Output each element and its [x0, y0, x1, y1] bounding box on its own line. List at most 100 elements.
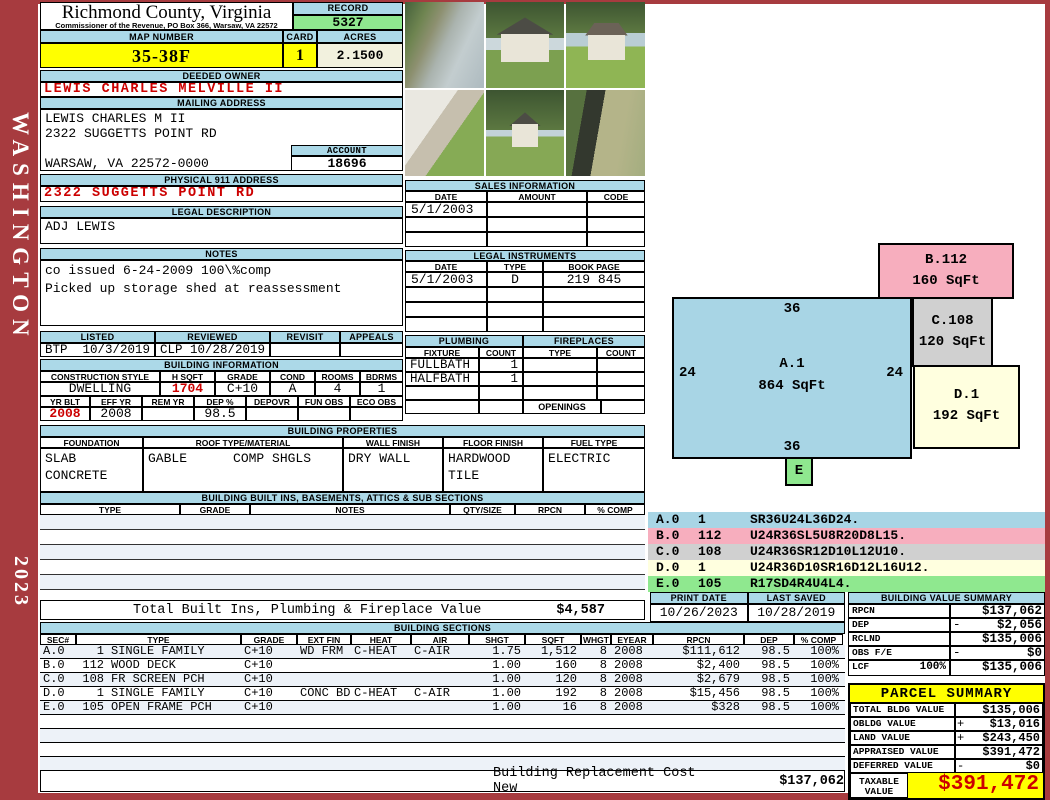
- bi-grade-col: GRADE: [180, 504, 250, 515]
- taxable-value-label: TAXABLE VALUE: [850, 773, 908, 798]
- acres-label: ACRES: [317, 30, 403, 43]
- cond: A: [270, 382, 315, 396]
- section-row-a: A.0 1 SINGLE FAMILY C+10 WD FRM C-HEAT C-AIR 1.…: [40, 645, 845, 659]
- sales-row: [405, 217, 645, 232]
- instrument-row: 5/1/2003 D 219 845: [405, 272, 645, 287]
- mailing-address-label: MAILING ADDRESS: [40, 97, 403, 109]
- fireplace-type-col: TYPE: [523, 347, 597, 358]
- sketch-section-c: C.108 120 SqFt: [912, 297, 993, 367]
- instrument-row: [405, 317, 645, 332]
- listed-value: BTP 10/3/2019: [40, 343, 155, 357]
- foundation-value: SLAB CONCRETE: [40, 448, 143, 492]
- county-title-box: Richmond County, Virginia Commissioner o…: [40, 2, 293, 30]
- notes-label: NOTES: [40, 248, 403, 260]
- deeded-owner: LEWIS CHARLES MELVILLE II: [40, 82, 403, 97]
- plumbing-table: PLUMBING FIXTURE COUNT FULLBATH 1 HALFBAT…: [405, 335, 523, 414]
- legal-description-label: LEGAL DESCRIPTION: [40, 206, 403, 218]
- section-empty-row: [40, 757, 845, 771]
- listed-code: BTP: [45, 343, 68, 357]
- rooms: 4: [315, 382, 360, 396]
- legend-row-c: C.0 108 U24R36SR12D10L12U10.: [648, 544, 1045, 560]
- built-ins-empty-row: [40, 545, 645, 560]
- section-row-d: D.0 1 SINGLE FAMILY C+10 CONC BD C-HEAT C-AIR 1…: [40, 687, 845, 701]
- col-eyear: EYEAR: [611, 634, 653, 645]
- instrument-row: [405, 287, 645, 302]
- col-grade: GRADE: [241, 634, 297, 645]
- legal-instruments-label: LEGAL INSTRUMENTS: [405, 250, 645, 261]
- depovr-label: DEPOVR: [246, 396, 298, 407]
- house-body: [500, 33, 550, 63]
- legend-row-b: B.0 112 U24R36SL5U8R20D8L15.: [648, 528, 1045, 544]
- shed-body: [588, 34, 625, 61]
- revisit-label: REVISIT: [270, 331, 340, 343]
- col-sec: SEC#: [40, 634, 76, 645]
- ecoobs-label: ECO OBS: [350, 396, 403, 407]
- bi-notes-col: NOTES: [250, 504, 450, 515]
- cond-label: COND: [270, 371, 315, 382]
- parcel-row-deferred: DEFERRED VALUE - $0: [850, 759, 1043, 773]
- yrblt: 2008: [40, 407, 90, 421]
- replacement-cost-label: Building Replacement Cost New: [493, 766, 696, 796]
- dep-label: DEP %: [194, 396, 246, 407]
- parcel-row-land: LAND VALUE + $243,450: [850, 731, 1043, 745]
- fuel-label: FUEL TYPE: [543, 437, 645, 448]
- building-sections-label: BUILDING SECTIONS: [40, 622, 845, 634]
- col-extfin: EXT FIN: [297, 634, 351, 645]
- property-photos: [405, 2, 645, 176]
- col-rpcn: RPCN: [653, 634, 744, 645]
- built-ins-empty-row: [40, 560, 645, 575]
- photo-house-front: [485, 2, 565, 88]
- remyr: [142, 407, 194, 421]
- fixture: FULLBATH: [405, 358, 479, 372]
- physical-address: 2322 SUGGETTS POINT RD: [40, 186, 403, 202]
- built-ins-table: BUILDING BUILT INS, BASEMENTS, ATTICS & …: [40, 492, 645, 590]
- instrument-bookpage: 219 845: [543, 272, 645, 287]
- funobs-label: FUN OBS: [298, 396, 350, 407]
- legend-row-a: A.0 1 SR36U24L36D24.: [648, 512, 1045, 528]
- fireplaces-table: FIREPLACES TYPE COUNT OPENINGS: [523, 335, 645, 414]
- col-dep: DEP: [744, 634, 794, 645]
- section-row-c: C.0 108 FR SCREEN PCH C+10 1.00 120 8 2008 $2,67…: [40, 673, 845, 687]
- sketch-section-a: 36 24 24 36 A.1 864 SqFt: [672, 297, 912, 459]
- section-row-e: E.0 105 OPEN FRAME PCH C+10 1.00 16 8 2008 $328 9…: [40, 701, 845, 715]
- built-ins-empty-row: [40, 575, 645, 590]
- foundation-label: FOUNDATION: [40, 437, 143, 448]
- bi-rpcn-col: RPCN: [515, 504, 585, 515]
- section-empty-row: [40, 729, 845, 743]
- photo-shoreline-rocks: [405, 2, 484, 88]
- account-box: ACCOUNT 18696: [291, 145, 403, 171]
- rooms-label: ROOMS: [315, 371, 360, 382]
- built-ins-label: BUILDING BUILT INS, BASEMENTS, ATTICS & …: [40, 492, 645, 504]
- appeals-label: APPEALS: [340, 331, 403, 343]
- physical-address-label: PHYSICAL 911 ADDRESS: [40, 174, 403, 186]
- sale-date: 5/1/2003: [405, 202, 487, 217]
- taxable-value: $391,472: [908, 773, 1043, 798]
- roof-value: GABLE COMP SHGLS: [143, 448, 343, 492]
- built-ins-total-value: $4,587: [556, 602, 605, 618]
- fixture: HALFBATH: [405, 372, 479, 386]
- acres-value: 2.1500: [317, 43, 403, 68]
- wall-value: DRY WALL: [343, 448, 443, 492]
- replacement-cost-value: $137,062: [779, 773, 844, 789]
- depovr: [246, 407, 298, 421]
- built-ins-total-label: Total Built Ins, Plumbing & Fireplace Va…: [133, 602, 482, 618]
- deeded-owner-label: DEEDED OWNER: [40, 70, 403, 82]
- bvs-row-obs: OBS F/E - $0: [848, 646, 1045, 660]
- col-heat: HEAT: [351, 634, 411, 645]
- map-number-label: MAP NUMBER: [40, 30, 283, 43]
- parcel-row-obldg: OBLDG VALUE + $13,016: [850, 717, 1043, 731]
- effyr-label: EFF YR: [90, 396, 142, 407]
- fixture-count: 1: [479, 372, 523, 386]
- sales-row: [405, 232, 645, 247]
- sales-col-code: CODE: [587, 191, 645, 202]
- fireplace-count-col: COUNT: [597, 347, 645, 358]
- bi-type-col: TYPE: [40, 504, 180, 515]
- appeals-value: [340, 343, 403, 357]
- floor-label: FLOOR FINISH: [443, 437, 543, 448]
- count-col: COUNT: [479, 347, 523, 358]
- building-information-label: BUILDING INFORMATION: [40, 359, 403, 371]
- plumbing-label: PLUMBING: [405, 335, 523, 347]
- openings-value: [601, 400, 645, 414]
- bdrms: 1: [360, 382, 403, 396]
- hsqft-label: H SQFT: [160, 371, 215, 382]
